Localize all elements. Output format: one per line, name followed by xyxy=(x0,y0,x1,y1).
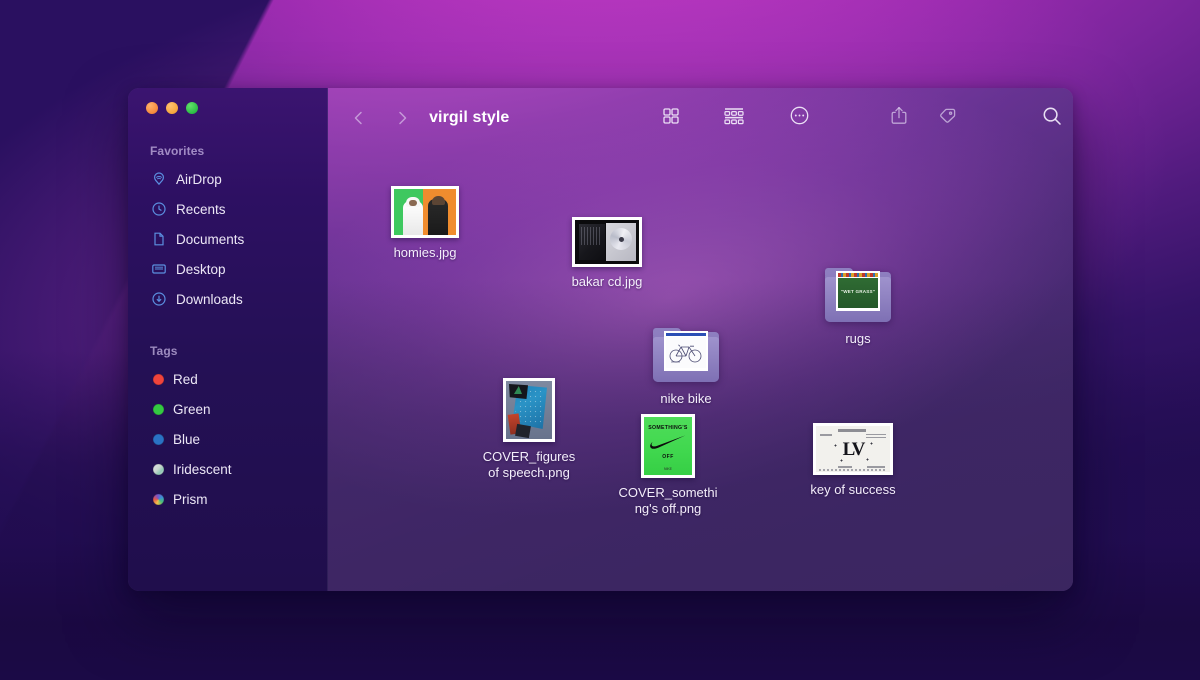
sidebar-tag-label: Iridescent xyxy=(173,462,232,477)
file-label: homies.jpg xyxy=(394,245,457,261)
more-options-button[interactable] xyxy=(776,101,822,135)
desktop: Favorites AirDrop Recents xyxy=(0,0,1200,680)
sidebar-tag-iridescent[interactable]: Iridescent xyxy=(128,454,328,484)
zoom-button[interactable] xyxy=(186,102,198,114)
file-label: COVER_figures of speech.png xyxy=(483,449,575,480)
airdrop-icon xyxy=(150,171,167,188)
sidebar-item-label: Recents xyxy=(176,202,226,217)
window-title: virgil style xyxy=(429,109,509,127)
finder-sidebar: Favorites AirDrop Recents xyxy=(128,88,328,591)
forward-button[interactable] xyxy=(389,103,415,133)
favorites-header: Favorites xyxy=(128,140,328,164)
tag-dot-icon xyxy=(153,494,164,505)
view-options-group xyxy=(648,101,822,135)
file-grid: homies.jpg bakar cd.jpg xyxy=(328,148,1073,591)
folder-preview: "WET GRASS" xyxy=(836,271,880,311)
share-button[interactable] xyxy=(876,101,922,135)
file-item-rugs[interactable]: "WET GRASS" rugs xyxy=(794,260,922,347)
tag-dot-icon xyxy=(153,434,164,445)
file-item-homies[interactable]: homies.jpg xyxy=(361,176,489,261)
group-by-icon xyxy=(723,106,745,131)
back-button[interactable] xyxy=(346,103,372,133)
file-item-cover-figures[interactable]: COVER_figures of speech.png xyxy=(465,380,593,480)
file-item-bakar-cd[interactable]: bakar cd.jpg xyxy=(543,205,671,290)
finder-window: Favorites AirDrop Recents xyxy=(128,88,1073,591)
search-icon xyxy=(1041,105,1063,132)
sidebar-item-airdrop[interactable]: AirDrop xyxy=(128,164,328,194)
download-icon xyxy=(150,291,167,308)
sidebar-item-label: Downloads xyxy=(176,292,243,307)
sidebar-item-recents[interactable]: Recents xyxy=(128,194,328,224)
sidebar-tag-label: Prism xyxy=(173,492,208,507)
preview-text: OFF xyxy=(644,454,692,460)
file-item-nike-bike[interactable]: nike bike xyxy=(622,320,750,407)
icon-view-button[interactable] xyxy=(648,101,694,135)
thumbnail xyxy=(391,176,459,238)
image-thumbnail xyxy=(391,186,459,238)
preview-text: "WET GRASS" xyxy=(838,289,878,294)
folder-preview xyxy=(664,331,708,371)
file-label: rugs xyxy=(845,331,870,347)
thumbnail xyxy=(653,320,719,382)
thumbnail: LV xyxy=(813,413,893,475)
sidebar-tag-green[interactable]: Green xyxy=(128,394,328,424)
finder-toolbar: virgil style xyxy=(328,88,1073,148)
close-button[interactable] xyxy=(146,102,158,114)
tag-button[interactable] xyxy=(923,101,969,135)
tag-dot-icon xyxy=(153,404,164,415)
file-item-cover-somethings-off[interactable]: SOMETHING'S OFF NIKE COVER xyxy=(604,416,732,516)
clock-icon xyxy=(150,201,167,218)
thumbnail xyxy=(572,205,642,267)
sidebar-item-label: AirDrop xyxy=(176,172,222,187)
sidebar-tag-prism[interactable]: Prism xyxy=(128,484,328,514)
group-by-button[interactable] xyxy=(711,101,757,135)
sidebar-item-downloads[interactable]: Downloads xyxy=(128,284,328,314)
preview-text: NIKE xyxy=(644,467,692,471)
file-item-key-of-success[interactable]: LV key of success xyxy=(789,413,917,498)
tag-dot-icon xyxy=(153,374,164,385)
tags-header: Tags xyxy=(128,340,328,364)
thumbnail xyxy=(503,380,555,442)
file-label: nike bike xyxy=(660,391,711,407)
search-button[interactable] xyxy=(1031,101,1073,135)
finder-content-pane: virgil style xyxy=(328,88,1073,591)
folder-icon: "WET GRASS" xyxy=(825,268,891,322)
image-thumbnail: LV xyxy=(813,423,893,475)
actions-group xyxy=(876,101,1073,135)
grid-view-icon xyxy=(661,106,681,131)
sidebar-item-label: Documents xyxy=(176,232,244,247)
sidebar-tag-label: Green xyxy=(173,402,211,417)
sidebar-item-label: Desktop xyxy=(176,262,226,277)
sidebar-item-documents[interactable]: Documents xyxy=(128,224,328,254)
sidebar-tag-label: Blue xyxy=(173,432,200,447)
sidebar-tag-blue[interactable]: Blue xyxy=(128,424,328,454)
image-thumbnail: SOMETHING'S OFF NIKE xyxy=(641,414,695,478)
nike-swoosh-icon xyxy=(650,435,686,450)
image-thumbnail xyxy=(572,217,642,267)
more-ellipsis-icon xyxy=(789,105,810,131)
minimize-button[interactable] xyxy=(166,102,178,114)
sidebar-item-desktop[interactable]: Desktop xyxy=(128,254,328,284)
desktop-icon xyxy=(150,261,167,278)
tag-icon xyxy=(935,106,957,131)
bike-sketch-icon xyxy=(668,341,704,365)
thumbnail: SOMETHING'S OFF NIKE xyxy=(641,416,695,478)
file-label: key of success xyxy=(810,482,895,498)
thumbnail: "WET GRASS" xyxy=(825,260,891,322)
file-label: bakar cd.jpg xyxy=(572,274,643,290)
sidebar-tag-red[interactable]: Red xyxy=(128,364,328,394)
file-label: COVER_somethi ng's off.png xyxy=(619,485,718,516)
preview-text: SOMETHING'S xyxy=(644,425,692,431)
folder-icon xyxy=(653,328,719,382)
window-controls xyxy=(128,88,328,132)
document-icon xyxy=(150,231,167,248)
preview-text: LV xyxy=(816,439,890,461)
sidebar-tag-label: Red xyxy=(173,372,198,387)
image-thumbnail xyxy=(503,378,555,442)
tag-dot-icon xyxy=(153,464,164,475)
share-icon xyxy=(889,105,909,131)
